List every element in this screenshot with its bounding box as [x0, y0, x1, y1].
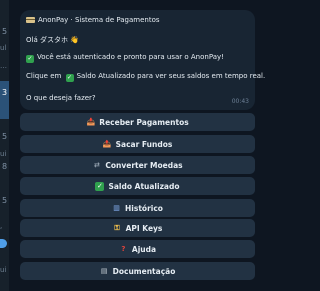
chat-list-fragment: … [0, 62, 7, 70]
balance-hint-prefix: Clique em [26, 72, 62, 80]
auth-text: Você está autenticado e pronto para usar… [37, 53, 224, 61]
receive-payments-button[interactable]: 📥 Receber Pagamentos [20, 113, 255, 131]
chat-list-count: 5 [1, 132, 8, 141]
chat-list-fragment: ui [0, 150, 7, 158]
history-button[interactable]: ▥ Histórico [20, 199, 255, 217]
button-label: Converter Moedas [105, 160, 183, 170]
chat-list-count: 5 [1, 196, 8, 205]
button-label: API Keys [125, 223, 163, 233]
chat-list-strip: 5 ul … 3 5 ui 8 5 , ui [0, 0, 9, 291]
button-label: Sacar Fundos [115, 139, 173, 149]
message-header-title: AnonPay · Sistema de Pagamentos [38, 16, 160, 24]
key-icon: ⚿ [114, 223, 120, 232]
question-text: O que deseja fazer? [26, 94, 96, 102]
chat-list-fragment: ui [0, 266, 7, 274]
book-icon: ▤ [100, 266, 108, 275]
updated-balance-button[interactable]: ✓ Saldo Atualizado [20, 177, 255, 195]
withdraw-funds-button[interactable]: 📤 Sacar Fundos [20, 135, 255, 153]
greeting-text: Olá ダスタホ 👋 [26, 36, 79, 44]
button-label: Ajuda [131, 244, 157, 254]
chat-list-count: 5 [1, 27, 8, 36]
button-label: Saldo Atualizado [108, 181, 180, 191]
exchange-icon: ⇄ [93, 160, 100, 169]
chat-list-count: 8 [1, 162, 8, 171]
chat-list-fragment: ul [0, 44, 7, 52]
chart-icon: ▥ [113, 203, 120, 212]
message-header: AnonPay · Sistema de Pagamentos [26, 16, 160, 25]
button-label: Receber Pagamentos [99, 117, 189, 127]
help-button[interactable]: ? Ajuda [20, 240, 255, 258]
check-icon: ✓ [65, 74, 74, 82]
button-label: Histórico [125, 203, 163, 213]
chat-list-fragment: , [0, 222, 3, 230]
chat-list-count-active: 3 [1, 88, 8, 97]
convert-currencies-button[interactable]: ⇄ Converter Moedas [20, 156, 255, 174]
online-indicator [0, 239, 7, 248]
outbox-tray-icon: 📤 [102, 139, 112, 148]
message-timestamp: 00:43 [231, 98, 249, 105]
check-icon: ✓ [26, 55, 34, 63]
button-label: Documentação [112, 266, 176, 276]
api-keys-button[interactable]: ⚿ API Keys [20, 219, 255, 237]
credit-card-icon [26, 17, 35, 23]
chat-list-item-active[interactable] [0, 81, 9, 119]
question-icon: ? [121, 244, 126, 253]
check-icon: ✓ [95, 181, 105, 191]
balance-hint-suffix: Saldo Atualizado para ver seus saldos em… [76, 72, 266, 80]
inbox-tray-icon: 📥 [86, 117, 96, 126]
auth-line: ✓ Você está autenticado e pronto para usa… [26, 53, 224, 63]
bot-message-bubble: AnonPay · Sistema de Pagamentos Olá ダスタホ… [20, 10, 265, 110]
balance-hint-line: Clique em ✓ Saldo Atualizado para ver seu… [26, 72, 265, 82]
documentation-button[interactable]: ▤ Documentação [20, 262, 255, 280]
